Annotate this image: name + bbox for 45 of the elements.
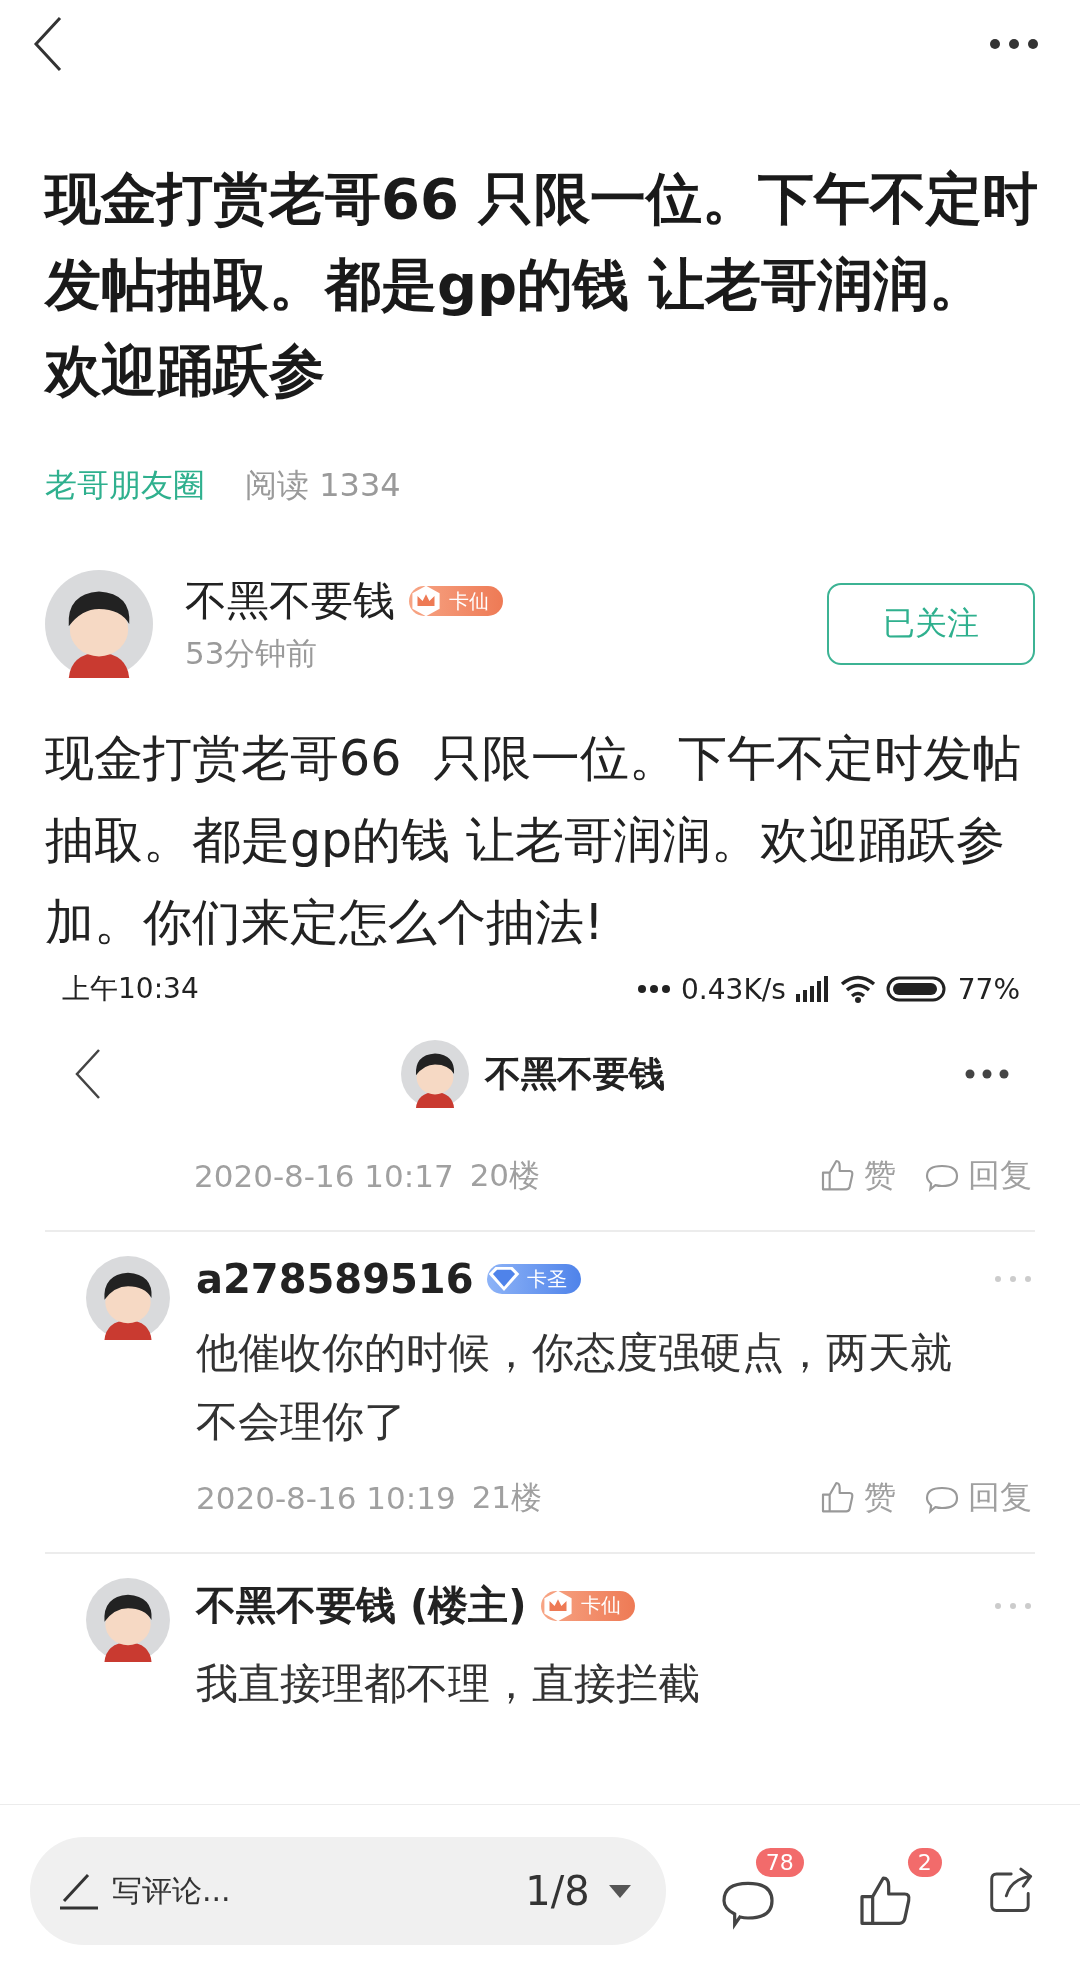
comment-timestamp: 2020-8-16 10:17: [194, 1158, 454, 1194]
more-dots-icon: [637, 984, 672, 994]
post-title: 现金打赏老哥66 只限一位。下午不定时发帖抽取。都是gp的钱 让老哥润润。欢迎踊跃参: [45, 165, 1040, 405]
avatar[interactable]: [86, 1256, 170, 1340]
more-icon[interactable]: [988, 37, 1040, 51]
post-body: 现金打赏老哥66 只限一位。下午不定时发帖抽取。都是gp的钱 让老哥润润。欢迎踊跃参加。你们来定怎么个抽法!: [45, 729, 1022, 953]
post-time: 53分钟前: [185, 634, 319, 673]
thread-author: 不黑不要钱: [485, 1051, 665, 1096]
comment-field[interactable]: 写评论... 1/8: [30, 1837, 666, 1945]
more-icon[interactable]: [964, 1068, 1010, 1080]
comments-button[interactable]: 78: [715, 1848, 804, 1934]
like-button[interactable]: 赞: [818, 1476, 896, 1520]
follow-button[interactable]: 已关注: [827, 583, 1035, 665]
reply-button[interactable]: 回复: [922, 1154, 1032, 1198]
avatar[interactable]: [86, 1578, 170, 1662]
crown-icon: [409, 584, 443, 618]
battery-icon: [885, 976, 948, 1002]
network-speed: 0.43K/s: [681, 972, 786, 1006]
back-icon[interactable]: [74, 1048, 102, 1100]
comment-timestamp: 2020-8-16 10:19: [196, 1480, 456, 1516]
like-button[interactable]: 2: [853, 1848, 942, 1934]
battery-level: 77%: [957, 972, 1020, 1006]
comment-text: 我直接理都不理，直接拦截: [196, 1658, 701, 1710]
like-count: 2: [907, 1848, 942, 1877]
rank-badge: 卡仙: [540, 1590, 635, 1621]
read-count: 阅读 1334: [245, 465, 401, 506]
floor-number: 21楼: [471, 1478, 543, 1517]
status-time: 上午10:34: [62, 971, 199, 1007]
rank-badge: 卡仙: [409, 586, 503, 616]
wifi-icon: [839, 975, 876, 1003]
commenter-name[interactable]: 不黑不要钱 (楼主): [196, 1578, 527, 1633]
signal-icon: [795, 976, 830, 1002]
circle-link[interactable]: 老哥朋友圈: [45, 464, 205, 508]
reply-button[interactable]: 回复: [922, 1476, 1032, 1520]
avatar[interactable]: [45, 570, 153, 678]
avatar[interactable]: [401, 1040, 469, 1108]
rank-badge: 卡圣: [487, 1264, 582, 1294]
comment-text: 他催收你的时候，你态度强硬点，两天就不会理你了: [196, 1327, 953, 1448]
author-name[interactable]: 不黑不要钱: [185, 573, 395, 629]
caret-down-icon[interactable]: [607, 1883, 632, 1899]
floor-number: 20楼: [469, 1156, 541, 1195]
like-button[interactable]: 赞: [818, 1154, 896, 1198]
commenter-name[interactable]: a278589516: [196, 1256, 474, 1302]
comment-count: 78: [755, 1848, 804, 1877]
page-indicator[interactable]: 1/8: [525, 1868, 590, 1914]
